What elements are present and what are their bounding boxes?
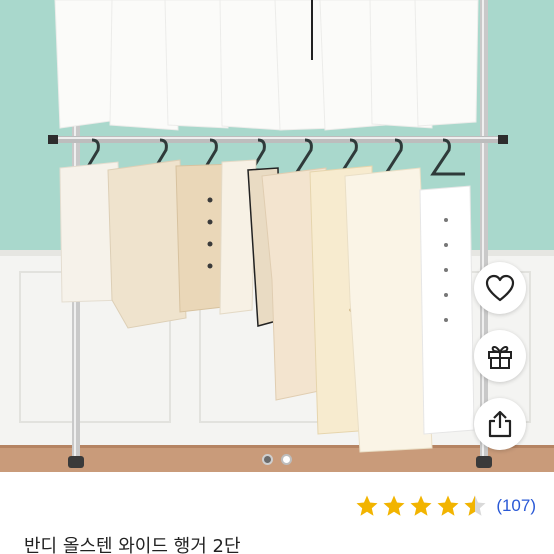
share-button[interactable] [474, 398, 526, 450]
star-half-icon [464, 495, 486, 516]
like-button[interactable] [474, 262, 526, 314]
share-icon [488, 410, 512, 438]
star-full-icon [356, 495, 378, 516]
rating-summary[interactable]: (107) [355, 494, 536, 518]
product-photo[interactable] [0, 0, 554, 472]
gift-icon [488, 346, 512, 369]
gift-button[interactable] [474, 330, 526, 382]
gallery-pagination [0, 454, 554, 465]
star-full-icon [383, 495, 405, 516]
star-full-icon [410, 495, 432, 516]
gallery-dot-1[interactable] [262, 454, 273, 465]
review-count-link[interactable]: (107) [496, 496, 536, 516]
hanger-rack-image [0, 0, 554, 472]
product-title: 반디 올스텐 와이드 행거 2단 [24, 536, 241, 554]
gallery-dot-2[interactable] [281, 454, 292, 465]
star-full-icon [437, 495, 459, 516]
heart-icon [485, 274, 515, 302]
